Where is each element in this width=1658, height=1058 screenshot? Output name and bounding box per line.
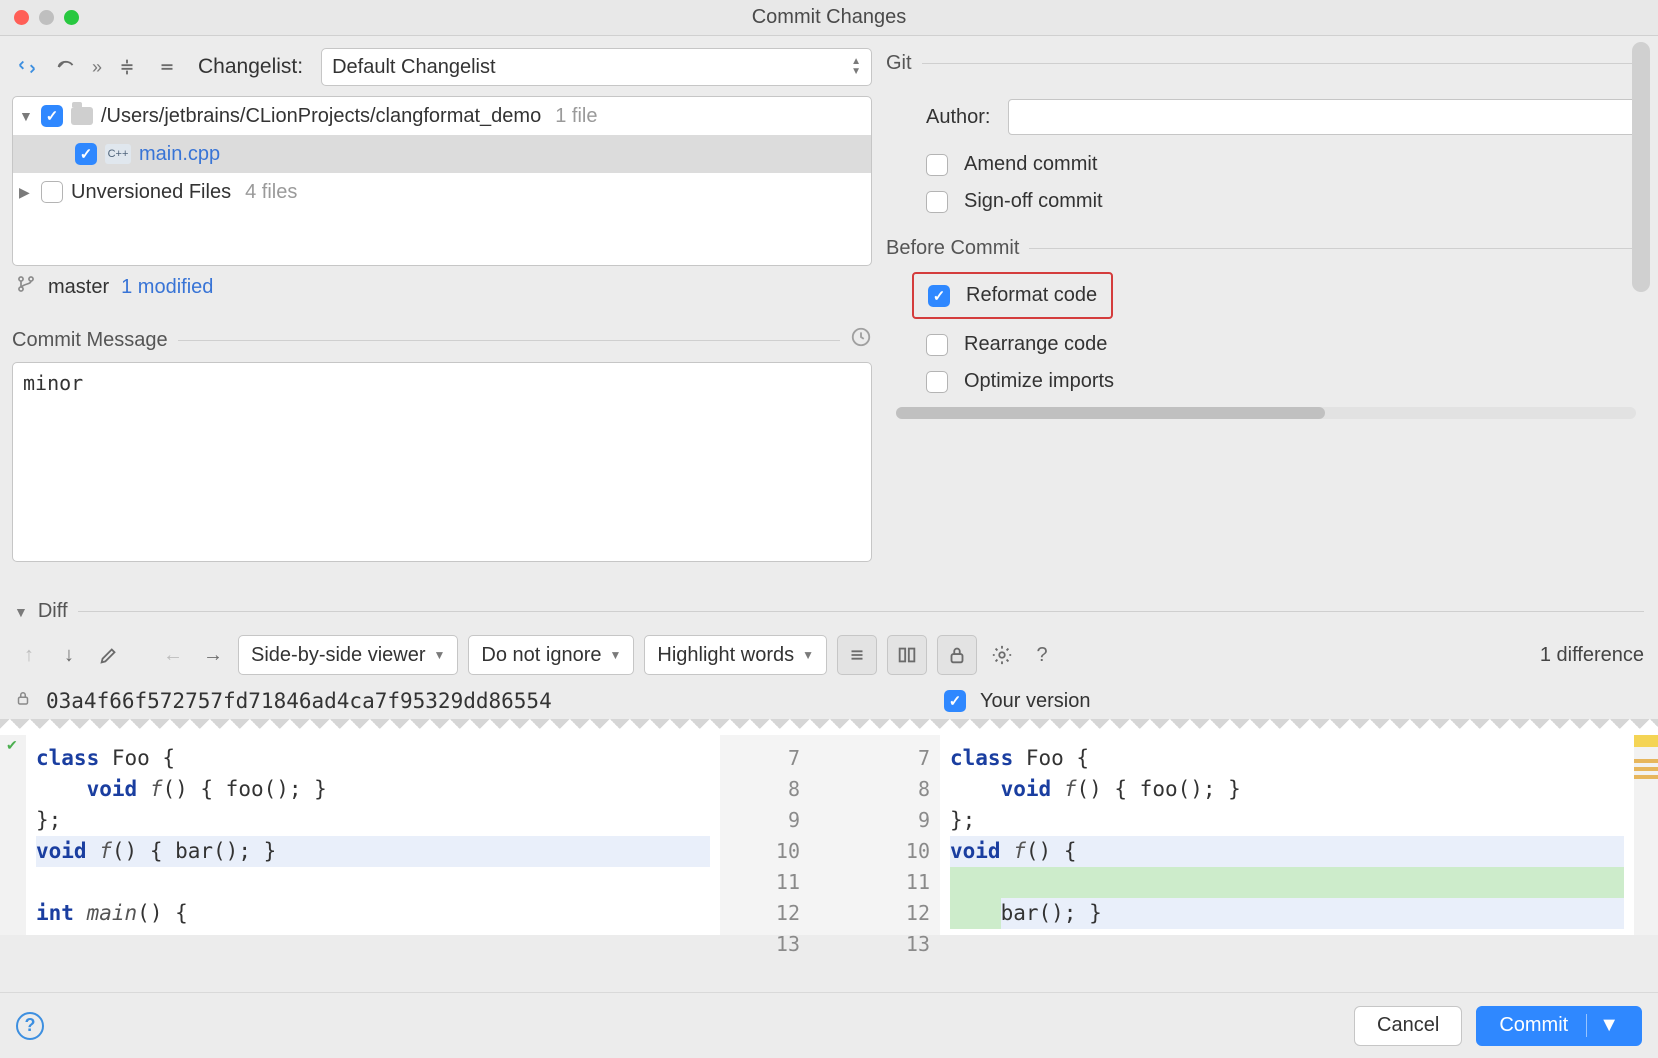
changelist-label: Changelist: <box>198 55 303 79</box>
changes-tree: ▼ /Users/jetbrains/CLionProjects/clangfo… <box>12 96 872 266</box>
more-actions-icon[interactable]: » <box>92 57 102 78</box>
diff-status: 1 difference <box>1540 644 1644 667</box>
settings-gear-icon[interactable] <box>987 640 1017 670</box>
collapse-all-icon[interactable] <box>152 52 182 82</box>
checkbox-rearrange[interactable] <box>926 334 948 356</box>
ignore-mode-value: Do not ignore <box>481 644 601 667</box>
horizontal-scrollbar[interactable] <box>896 407 1636 419</box>
divider <box>178 340 840 341</box>
history-icon[interactable] <box>850 326 872 354</box>
git-section-label: Git <box>886 52 912 75</box>
diff-section-label: Diff <box>38 600 68 623</box>
divider <box>922 63 1646 64</box>
help-icon[interactable]: ? <box>1027 640 1057 670</box>
unversioned-meta: 4 files <box>245 181 297 204</box>
fold-marker <box>0 719 1658 735</box>
changes-toolbar: » Changelist: Default Changelist ▲▼ <box>12 46 872 88</box>
file-name: main.cpp <box>139 143 220 166</box>
nav-forward-icon[interactable]: → <box>198 640 228 670</box>
sync-scroll-icon[interactable] <box>887 635 927 675</box>
highlight-mode-value: Highlight words <box>657 644 794 667</box>
reformat-highlight: Reformat code <box>912 272 1113 319</box>
left-line-numbers: 7 8 9 10 11 12 13 <box>720 735 810 935</box>
window-title: Commit Changes <box>0 6 1658 29</box>
check-icon: ✔ <box>6 737 18 754</box>
changelist-value: Default Changelist <box>332 56 495 79</box>
diff-toolbar: ↑ ↓ ← → Side-by-side viewer ▼ Do not ign… <box>0 629 1658 685</box>
right-line-numbers: 7 8 9 10 11 12 13 <box>810 735 940 935</box>
nav-back-icon[interactable]: ← <box>158 640 188 670</box>
checkbox-project[interactable] <box>41 105 63 127</box>
checkbox-file[interactable] <box>75 143 97 165</box>
project-path: /Users/jetbrains/CLionProjects/clangform… <box>101 105 541 128</box>
branch-name: master <box>48 276 109 299</box>
highlight-mode-select[interactable]: Highlight words ▼ <box>644 635 827 675</box>
tree-collapse-icon[interactable]: ▶ <box>19 184 33 201</box>
reformat-label: Reformat code <box>966 284 1097 307</box>
annotation-bar[interactable] <box>1634 735 1658 935</box>
rearrange-label: Rearrange code <box>964 333 1107 356</box>
commit-dropdown-icon[interactable]: ▼ <box>1586 1014 1619 1037</box>
your-version-label: Your version <box>980 690 1090 713</box>
left-gutter: ✔ <box>0 735 26 935</box>
optimize-label: Optimize imports <box>964 370 1114 393</box>
commit-button[interactable]: Commit ▼ <box>1476 1006 1642 1046</box>
chevron-down-icon: ▼ <box>802 648 814 662</box>
left-code-pane[interactable]: class Foo { void f() { foo(); } }; void … <box>26 735 720 935</box>
divider <box>78 611 1645 612</box>
diff-viewer: ✔ class Foo { void f() { foo(); } }; voi… <box>0 735 1658 935</box>
lock-icon[interactable] <box>937 635 977 675</box>
revision-hash: 03a4f66f572757fd71846ad4ca7f95329dd86554 <box>46 689 552 713</box>
tree-row-project[interactable]: ▼ /Users/jetbrains/CLionProjects/clangfo… <box>13 97 871 135</box>
before-commit-label: Before Commit <box>886 237 1019 260</box>
branch-status[interactable]: 1 modified <box>121 276 213 299</box>
checkbox-reformat[interactable] <box>928 285 950 307</box>
revert-icon[interactable] <box>52 52 82 82</box>
signoff-label: Sign-off commit <box>964 190 1103 213</box>
view-mode-value: Side-by-side viewer <box>251 644 426 667</box>
stepper-icon[interactable]: ▲▼ <box>851 58 861 76</box>
cpp-file-icon: C++ <box>105 144 131 164</box>
dialog-footer: ? Cancel Commit ▼ <box>0 992 1658 1058</box>
project-meta: 1 file <box>555 105 597 128</box>
vertical-scrollbar[interactable] <box>1632 42 1650 292</box>
view-mode-select[interactable]: Side-by-side viewer ▼ <box>238 635 458 675</box>
branch-row: master 1 modified <box>12 266 872 308</box>
right-code-pane[interactable]: class Foo { void f() { foo(); } }; void … <box>940 735 1634 935</box>
author-input[interactable] <box>1008 99 1646 135</box>
checkbox-signoff[interactable] <box>926 191 948 213</box>
chevron-down-icon: ▼ <box>609 648 621 662</box>
commit-message-text: minor <box>23 371 83 395</box>
diff-collapse-icon[interactable]: ▼ <box>14 604 28 620</box>
checkbox-amend[interactable] <box>926 154 948 176</box>
folder-icon <box>71 107 93 125</box>
tree-expand-icon[interactable]: ▼ <box>19 108 33 124</box>
commit-message-label: Commit Message <box>12 329 168 352</box>
next-diff-icon[interactable]: ↓ <box>54 640 84 670</box>
changelist-select[interactable]: Default Changelist ▲▼ <box>321 48 872 86</box>
cancel-button[interactable]: Cancel <box>1354 1006 1462 1046</box>
edit-icon[interactable] <box>94 640 124 670</box>
unversioned-label: Unversioned Files <box>71 181 231 204</box>
branch-icon <box>16 274 36 300</box>
collapse-unchanged-icon[interactable] <box>837 635 877 675</box>
title-bar: Commit Changes <box>0 0 1658 36</box>
help-button[interactable]: ? <box>16 1012 44 1040</box>
expand-all-icon[interactable] <box>112 52 142 82</box>
amend-label: Amend commit <box>964 153 1097 176</box>
prev-diff-icon[interactable]: ↑ <box>14 640 44 670</box>
commit-message-textarea[interactable]: minor <box>12 362 872 562</box>
checkbox-optimize[interactable] <box>926 371 948 393</box>
refresh-icon[interactable] <box>12 52 42 82</box>
ignore-mode-select[interactable]: Do not ignore ▼ <box>468 635 634 675</box>
chevron-down-icon: ▼ <box>434 648 446 662</box>
readonly-lock-icon <box>14 689 32 713</box>
author-label: Author: <box>926 106 990 129</box>
divider <box>1029 248 1646 249</box>
tree-row-file[interactable]: C++ main.cpp <box>13 135 871 173</box>
checkbox-unversioned[interactable] <box>41 181 63 203</box>
tree-row-unversioned[interactable]: ▶ Unversioned Files 4 files <box>13 173 871 211</box>
checkbox-your-version[interactable] <box>944 690 966 712</box>
